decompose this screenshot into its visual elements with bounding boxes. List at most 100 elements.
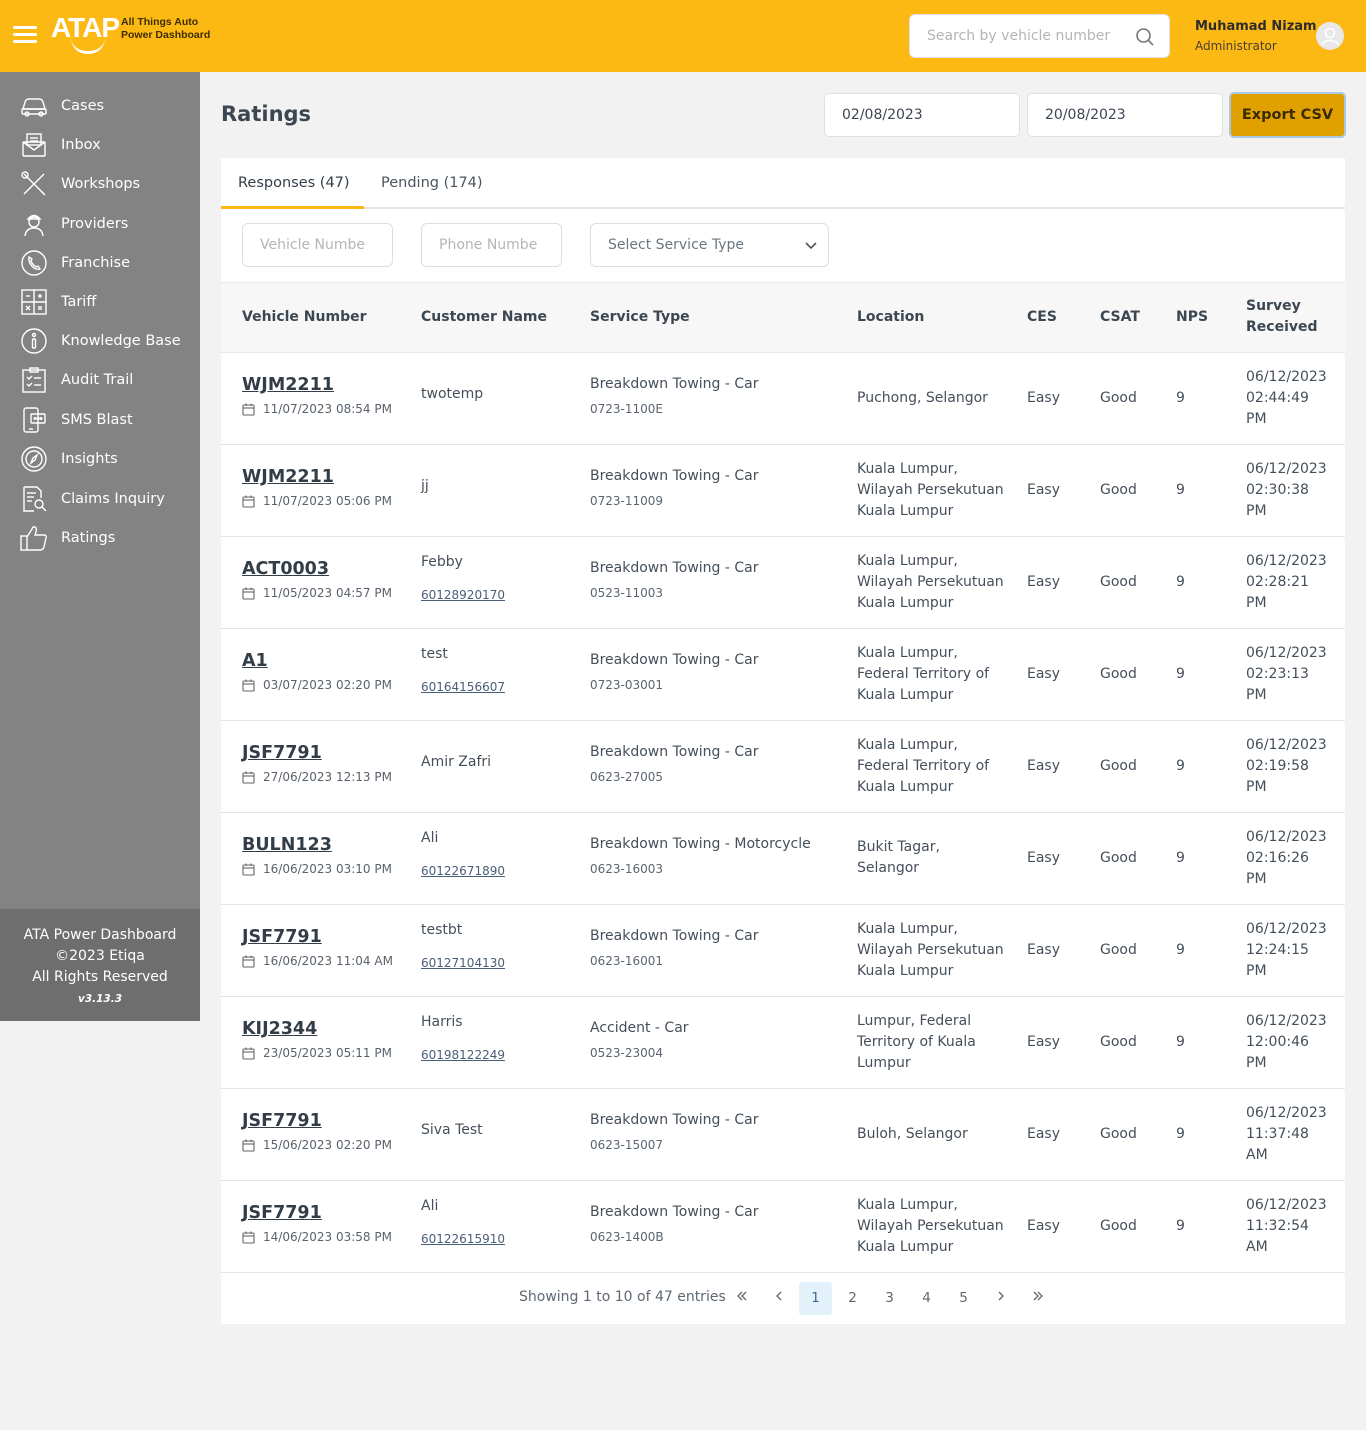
date-from-input[interactable]: 02/08/2023	[824, 93, 1020, 137]
sidebar-label: Franchise	[61, 255, 130, 271]
page-button-4[interactable]: 4	[910, 1282, 943, 1315]
vehicle-number-link[interactable]: JSF7791	[242, 1111, 322, 1131]
vehicle-number-link[interactable]: JSF7791	[242, 1203, 322, 1223]
service-code: 0723-11009	[590, 494, 664, 508]
prev-page-button[interactable]	[762, 1282, 795, 1315]
page-button-3[interactable]: 3	[873, 1282, 906, 1315]
vehicle-number-link[interactable]: JSF7791	[242, 927, 322, 947]
table-row[interactable]: WJM2211 11/07/2023 08:54 PM twotemp Breakdo…	[221, 353, 1345, 445]
page-button-1[interactable]: 1	[799, 1282, 832, 1315]
header-location[interactable]: Location	[857, 307, 924, 328]
location-line: Wilayah Persekutuan	[857, 942, 1004, 958]
vehicle-number-link[interactable]: WJM2211	[242, 375, 334, 395]
phone-icon	[19, 248, 49, 278]
customer-phone-link[interactable]: 60128920170	[421, 588, 505, 602]
vehicle-number-link[interactable]: WJM2211	[242, 467, 334, 487]
customer-phone-link[interactable]: 60164156607	[421, 680, 505, 694]
table-row[interactable]: BULN123 16/06/2023 03:10 PM Ali 60122671890…	[221, 813, 1345, 905]
service-type: Breakdown Towing - Car	[590, 744, 759, 760]
vehicle-number-link[interactable]: BULN123	[242, 835, 332, 855]
service-code: 0623-16001	[590, 954, 664, 968]
survey-received: 06/12/2023 11:32:54 AM	[1246, 1195, 1341, 1258]
pagination-info: Showing 1 to 10 of 47 entries	[519, 1289, 726, 1305]
table-row[interactable]: JSF7791 16/06/2023 11:04 AM testbt 60127104…	[221, 905, 1345, 997]
page-button-5[interactable]: 5	[947, 1282, 980, 1315]
case-date: 11/07/2023 05:06 PM	[242, 494, 392, 508]
date-to-input[interactable]: 20/08/2023	[1027, 93, 1223, 137]
vehicle-number-link[interactable]: KIJ2344	[242, 1019, 317, 1039]
customer-phone-link[interactable]: 60127104130	[421, 956, 505, 970]
sidebar-label: Workshops	[61, 176, 141, 192]
phone-number-filter-input[interactable]	[422, 224, 561, 266]
header-csat[interactable]: CSAT	[1100, 307, 1140, 328]
header-nps[interactable]: NPS	[1176, 307, 1208, 328]
user-avatar-icon[interactable]	[1316, 22, 1344, 50]
header-survey-received[interactable]: Survey Received	[1246, 296, 1318, 338]
survey-received-line: PM	[1246, 687, 1267, 703]
survey-received: 06/12/2023 12:00:46 PM	[1246, 1011, 1341, 1074]
survey-received-line: AM	[1246, 1239, 1268, 1255]
service-type-select[interactable]: Select Service Type	[590, 223, 829, 267]
sidebar-item-workshops[interactable]: Workshops	[0, 165, 200, 203]
location-line: Kuala Lumpur	[857, 779, 954, 795]
survey-received: 06/12/2023 02:28:21 PM	[1246, 551, 1341, 614]
footer-app-name: ATA Power Dashboard	[23, 927, 177, 943]
sidebar-item-tariff[interactable]: Tariff	[0, 283, 200, 321]
logo-subtitle: All Things Auto Power Dashboard	[121, 16, 211, 41]
table-row[interactable]: JSF7791 14/06/2023 03:58 PM Ali 60122615910…	[221, 1181, 1345, 1273]
table-row[interactable]: JSF7791 15/06/2023 02:20 PM Siva Test Break…	[221, 1089, 1345, 1181]
ces-value: Easy	[1027, 574, 1061, 590]
service-code: 0623-15007	[590, 1138, 664, 1152]
export-csv-button[interactable]: Export CSV	[1229, 92, 1346, 138]
vehicle-number-link[interactable]: A1	[242, 651, 268, 671]
case-date-text: 23/05/2023 05:11 PM	[263, 1046, 392, 1060]
customer-phone-link[interactable]: 60122615910	[421, 1232, 505, 1246]
vehicle-number-link[interactable]: ACT0003	[242, 559, 329, 579]
next-page-button[interactable]	[984, 1282, 1017, 1315]
table-row[interactable]: WJM2211 11/07/2023 05:06 PM jj Breakdown To…	[221, 445, 1345, 537]
table-row[interactable]: ACT0003 11/05/2023 04:57 PM Febby 601289201…	[221, 537, 1345, 629]
header-customer-name[interactable]: Customer Name	[421, 307, 547, 328]
service-type: Accident - Car	[590, 1020, 689, 1036]
sidebar-item-franchise[interactable]: Franchise	[0, 244, 200, 282]
table-row[interactable]: A1 03/07/2023 02:20 PM test 60164156607 Brea…	[221, 629, 1345, 721]
survey-received-line: 02:23:13	[1246, 666, 1309, 682]
sidebar-item-audit-trail[interactable]: Audit Trail	[0, 361, 200, 399]
atap-logo[interactable]: ATAP All Things Auto Power Dashboard	[51, 12, 211, 56]
search-icon[interactable]	[1135, 27, 1155, 47]
service-code: 0723-03001	[590, 678, 664, 692]
survey-received-line: PM	[1246, 871, 1267, 887]
compass-icon	[19, 444, 49, 474]
hamburger-menu-icon[interactable]	[13, 26, 37, 44]
vehicle-number-filter-input[interactable]	[243, 224, 392, 266]
tab-pending[interactable]: Pending (174)	[381, 175, 483, 191]
service-code: 0623-1400B	[590, 1230, 664, 1244]
table-row[interactable]: JSF7791 27/06/2023 12:13 PM Amir Zafri Brea…	[221, 721, 1345, 813]
customer-phone-link[interactable]: 60198122249	[421, 1048, 505, 1062]
header-vehicle-number[interactable]: Vehicle Number	[242, 307, 367, 328]
case-date: 15/06/2023 02:20 PM	[242, 1138, 392, 1152]
sidebar-item-insights[interactable]: Insights	[0, 440, 200, 478]
page-button-2[interactable]: 2	[836, 1282, 869, 1315]
first-page-button[interactable]	[725, 1282, 758, 1315]
tabs-bar: Responses (47) Pending (174)	[221, 158, 1345, 209]
customer-phone-link[interactable]: 60122671890	[421, 864, 505, 878]
vehicle-number-link[interactable]: JSF7791	[242, 743, 322, 763]
location: Kuala Lumpur, Wilayah Persekutuan Kuala Lu…	[857, 551, 1007, 614]
sidebar-item-knowledge-base[interactable]: Knowledge Base	[0, 322, 200, 360]
sidebar-item-sms-blast[interactable]: SMS Blast	[0, 401, 200, 439]
sidebar-item-inbox[interactable]: Inbox	[0, 126, 200, 164]
table-row[interactable]: KIJ2344 23/05/2023 05:11 PM Harris 60198122…	[221, 997, 1345, 1089]
location-line: Lumpur, Federal	[857, 1013, 972, 1029]
sidebar-item-providers[interactable]: Providers	[0, 205, 200, 243]
sidebar-item-ratings[interactable]: Ratings	[0, 519, 200, 557]
sidebar-item-claims-inquiry[interactable]: Claims Inquiry	[0, 480, 200, 518]
service-type: Breakdown Towing - Car	[590, 560, 759, 576]
last-page-button[interactable]	[1021, 1282, 1054, 1315]
case-date-text: 14/06/2023 03:58 PM	[263, 1230, 392, 1244]
header-ces[interactable]: CES	[1027, 307, 1057, 328]
tab-responses[interactable]: Responses (47)	[238, 175, 350, 191]
vehicle-search-input[interactable]	[910, 15, 1125, 57]
header-service-type[interactable]: Service Type	[590, 307, 690, 328]
sidebar-item-cases[interactable]: Cases	[0, 87, 200, 125]
